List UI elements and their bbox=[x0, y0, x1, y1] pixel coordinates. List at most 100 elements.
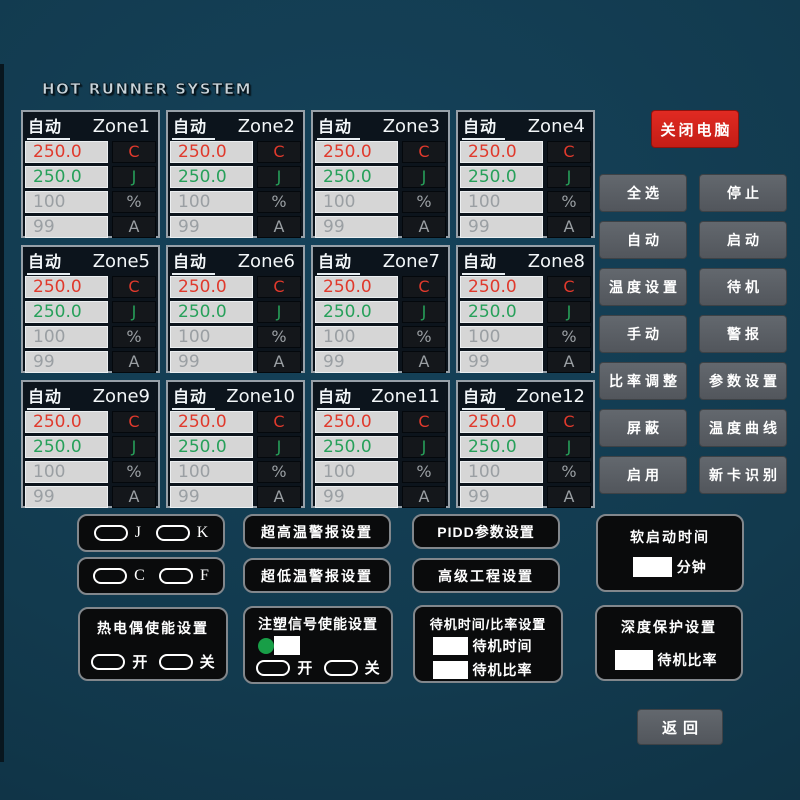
button-stop[interactable]: 停止 bbox=[699, 174, 787, 212]
zone-header: 自动 Zone5 bbox=[23, 247, 158, 274]
zone-panel[interactable]: 自动 Zone11 250.0C250.0J100%99A bbox=[311, 380, 450, 508]
zone-unit-label: A bbox=[402, 216, 446, 238]
zone-unit-label: A bbox=[257, 216, 301, 238]
zone-panel[interactable]: 自动 Zone10 250.0C250.0J100%99A bbox=[166, 380, 305, 508]
button-enable[interactable]: 启用 bbox=[599, 456, 687, 494]
advanced-engineering-settings-button[interactable]: 高级工程设置 bbox=[412, 558, 560, 593]
zone-row-set_temp: 250.0J bbox=[25, 436, 156, 458]
button-shield[interactable]: 屏蔽 bbox=[599, 409, 687, 447]
zone-value-output_percent: 100 bbox=[315, 326, 398, 348]
zone-unit-label: C bbox=[112, 141, 156, 163]
standby-time-input[interactable] bbox=[433, 637, 468, 655]
zone-header: 自动 Zone12 bbox=[458, 382, 593, 409]
zone-rows: 250.0C250.0J100%99A bbox=[313, 139, 448, 238]
high-temp-alarm-settings-button[interactable]: 超高温警报设置 bbox=[243, 514, 391, 549]
back-button[interactable]: 返回 bbox=[637, 709, 723, 745]
zone-row-set_temp: 250.0J bbox=[460, 436, 591, 458]
standby-ratio-input[interactable] bbox=[433, 661, 468, 679]
temp-unit-c-label: C bbox=[134, 567, 145, 585]
zone-row-output_percent: 100% bbox=[170, 191, 301, 213]
button-select-all[interactable]: 全选 bbox=[599, 174, 687, 212]
zone-value-actual_temp: 250.0 bbox=[170, 411, 253, 433]
zone-panel[interactable]: 自动 Zone1 250.0C250.0J100%99A bbox=[21, 110, 160, 238]
zone-panel[interactable]: 自动 Zone2 250.0C250.0J100%99A bbox=[166, 110, 305, 238]
zone-row-current: 99A bbox=[25, 351, 156, 373]
pidd-param-settings-button[interactable]: PIDD参数设置 bbox=[412, 514, 560, 549]
zone-unit-label: J bbox=[112, 301, 156, 323]
zone-value-current: 99 bbox=[25, 216, 108, 238]
zone-panel[interactable]: 自动 Zone12 250.0C250.0J100%99A bbox=[456, 380, 595, 508]
soft-start-minutes-input[interactable] bbox=[633, 557, 672, 577]
zone-unit-label: A bbox=[547, 486, 591, 508]
button-temp-curve[interactable]: 温度曲线 bbox=[699, 409, 787, 447]
zone-row-output_percent: 100% bbox=[460, 461, 591, 483]
zone-value-current: 99 bbox=[315, 216, 398, 238]
depth-protect-title: 深度保护设置 bbox=[597, 617, 741, 637]
button-new-card-detect[interactable]: 新卡识别 bbox=[699, 456, 787, 494]
button-start[interactable]: 启动 bbox=[699, 221, 787, 259]
zone-value-actual_temp: 250.0 bbox=[170, 141, 253, 163]
injection-signal-status-led bbox=[258, 638, 274, 654]
injection-signal-off-radio[interactable]: 关 bbox=[324, 657, 380, 678]
zone-unit-label: J bbox=[402, 436, 446, 458]
zone-unit-label: C bbox=[257, 276, 301, 298]
temp-unit-c-radio[interactable]: C bbox=[93, 567, 145, 585]
zone-mode-label: 自动 bbox=[172, 113, 215, 140]
thermocouple-enable-on-radio[interactable]: 开 bbox=[91, 651, 147, 672]
button-manual[interactable]: 手动 bbox=[599, 315, 687, 353]
zone-row-actual_temp: 250.0C bbox=[170, 141, 301, 163]
depth-protect-ratio-input[interactable] bbox=[615, 650, 653, 670]
thermocouple-type-k-radio[interactable]: K bbox=[156, 524, 209, 542]
zone-row-actual_temp: 250.0C bbox=[315, 276, 446, 298]
zone-panel[interactable]: 自动 Zone9 250.0C250.0J100%99A bbox=[21, 380, 160, 508]
zone-name: Zone8 bbox=[528, 251, 585, 272]
zone-unit-label: J bbox=[112, 436, 156, 458]
zone-unit-label: A bbox=[257, 486, 301, 508]
zone-value-current: 99 bbox=[170, 216, 253, 238]
button-ratio-adjust[interactable]: 比率调整 bbox=[599, 362, 687, 400]
shutdown-computer-button[interactable]: 关闭电脑 bbox=[651, 110, 739, 148]
zone-unit-label: A bbox=[112, 486, 156, 508]
zone-panel[interactable]: 自动 Zone5 250.0C250.0J100%99A bbox=[21, 245, 160, 373]
thermocouple-enable-off-radio[interactable]: 关 bbox=[159, 651, 215, 672]
zone-unit-label: % bbox=[112, 191, 156, 213]
injection-signal-value-input[interactable] bbox=[274, 636, 300, 655]
zone-name: Zone10 bbox=[226, 386, 295, 407]
zone-value-actual_temp: 250.0 bbox=[315, 276, 398, 298]
thermocouple-type-j-radio[interactable]: J bbox=[94, 524, 141, 542]
button-param-settings[interactable]: 参数设置 bbox=[699, 362, 787, 400]
zone-unit-label: C bbox=[257, 411, 301, 433]
low-temp-alarm-settings-button[interactable]: 超低温警报设置 bbox=[243, 558, 391, 593]
button-alarm[interactable]: 警报 bbox=[699, 315, 787, 353]
radio-oval-icon bbox=[324, 660, 358, 676]
temp-unit-f-radio[interactable]: F bbox=[159, 567, 209, 585]
zone-panel[interactable]: 自动 Zone8 250.0C250.0J100%99A bbox=[456, 245, 595, 373]
zone-rows: 250.0C250.0J100%99A bbox=[23, 409, 158, 508]
zone-panel[interactable]: 自动 Zone3 250.0C250.0J100%99A bbox=[311, 110, 450, 238]
zone-row-actual_temp: 250.0C bbox=[460, 141, 591, 163]
zone-row-current: 99A bbox=[170, 351, 301, 373]
zone-value-output_percent: 100 bbox=[170, 461, 253, 483]
zone-value-set_temp: 250.0 bbox=[170, 436, 253, 458]
button-temp-settings[interactable]: 温度设置 bbox=[599, 268, 687, 306]
button-standby[interactable]: 待机 bbox=[699, 268, 787, 306]
standby-time-label: 待机时间 bbox=[472, 638, 532, 654]
zone-unit-label: % bbox=[547, 461, 591, 483]
zone-value-output_percent: 100 bbox=[25, 326, 108, 348]
radio-oval-icon bbox=[91, 654, 125, 670]
zone-name: Zone7 bbox=[383, 251, 440, 272]
zone-unit-label: C bbox=[547, 141, 591, 163]
zone-panel[interactable]: 自动 Zone4 250.0C250.0J100%99A bbox=[456, 110, 595, 238]
zone-header: 自动 Zone8 bbox=[458, 247, 593, 274]
zone-panel[interactable]: 自动 Zone7 250.0C250.0J100%99A bbox=[311, 245, 450, 373]
soft-start-time-panel: 软启动时间 分钟 bbox=[596, 514, 744, 592]
zone-value-output_percent: 100 bbox=[315, 461, 398, 483]
radio-oval-icon bbox=[159, 568, 193, 584]
injection-signal-on-radio[interactable]: 开 bbox=[256, 657, 312, 678]
zone-panel[interactable]: 自动 Zone6 250.0C250.0J100%99A bbox=[166, 245, 305, 373]
standby-settings-title: 待机时间/比率设置 bbox=[415, 614, 561, 633]
injection-signal-title: 注塑信号使能设置 bbox=[245, 614, 391, 634]
zone-row-set_temp: 250.0J bbox=[315, 166, 446, 188]
button-auto[interactable]: 自动 bbox=[599, 221, 687, 259]
zone-value-current: 99 bbox=[460, 216, 543, 238]
